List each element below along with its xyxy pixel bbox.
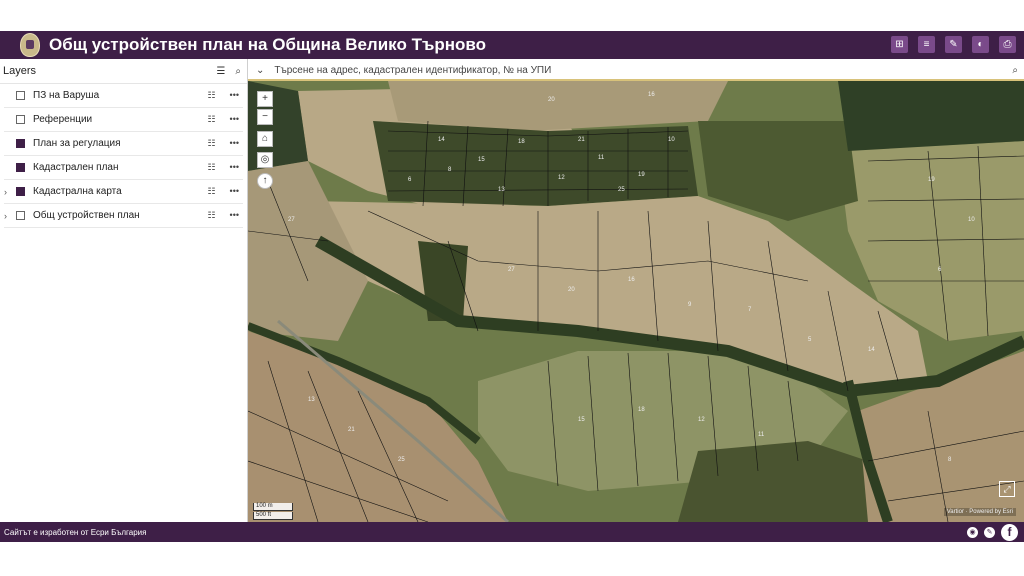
app-title: Общ устройствен план на Община Велико Тъ… — [49, 35, 486, 54]
parcel-number: 20 — [568, 287, 575, 293]
zoom-out-button[interactable]: − — [257, 109, 273, 125]
parcel-number: 25 — [398, 457, 405, 463]
layer-item[interactable]: ПЗ на Варуша ☷ ••• — [4, 84, 243, 108]
parcel-number: 19 — [928, 177, 935, 183]
layer-checkbox[interactable] — [16, 211, 25, 220]
parcel-number: 15 — [578, 417, 585, 423]
basemap-gallery-icon[interactable]: ⊞ — [891, 36, 908, 53]
app-header: Общ устройствен план на Община Велико Тъ… — [0, 31, 1024, 59]
parcel-number: 21 — [578, 137, 585, 143]
legend-icon[interactable]: ☷ — [207, 186, 215, 197]
search-icon[interactable]: ⌕ — [1012, 65, 1018, 76]
parcel-number: 27 — [288, 217, 295, 223]
layers-panel-header: Layers ☰ ⌕ — [0, 59, 247, 84]
parcel-number: 20 — [548, 97, 555, 103]
parcel-number: 13 — [308, 397, 315, 403]
search-input[interactable] — [272, 63, 1013, 77]
fullscreen-icon[interactable]: ⤢ — [999, 481, 1015, 497]
more-options-icon[interactable]: ••• — [230, 138, 239, 149]
layer-label: План за регулация — [33, 138, 121, 149]
satellite-imagery[interactable]: 1415181211191068132125272016975141518121… — [248, 81, 1024, 522]
parcel-number: 16 — [648, 92, 655, 98]
locate-icon[interactable]: ◎ — [257, 152, 273, 168]
layer-label: Референции — [33, 114, 93, 125]
layer-checkbox[interactable] — [16, 187, 25, 196]
layer-item[interactable]: › Кадастрална карта ☷ ••• — [4, 180, 243, 204]
layer-list-icon[interactable]: ≡ — [918, 36, 935, 53]
parcel-number: 13 — [498, 187, 505, 193]
parcel-number: 21 — [348, 427, 355, 433]
zoom-in-button[interactable]: + — [257, 91, 273, 107]
parcel-number: 19 — [638, 172, 645, 178]
link-icon[interactable]: ✎ — [984, 526, 995, 538]
parcel-number: 11 — [598, 155, 605, 161]
parcel-number: 18 — [638, 407, 645, 413]
layer-checkbox[interactable] — [16, 115, 25, 124]
layer-list: ПЗ на Варуша ☷ ••• Референции ☷ ••• План за ре… — [0, 84, 247, 228]
scale-bar-imperial: 500 ft — [253, 512, 293, 520]
more-options-icon[interactable]: ••• — [230, 114, 239, 125]
home-icon[interactable]: ⌂ — [257, 131, 273, 147]
parcel-number: 27 — [508, 267, 515, 273]
map-view[interactable]: 14 15 18 12 11 19 10 6 8 13 21 25 27 20 16 9 7 5 14 15 18 12 1… — [248, 81, 1024, 522]
search-icon[interactable]: ⌕ — [235, 66, 241, 77]
footer-credit: Сайтът е изработен от Есри България — [4, 527, 147, 537]
layer-item[interactable]: Референции ☷ ••• — [4, 108, 243, 132]
parcel-number: 15 — [478, 157, 485, 163]
footer: Сайтът е изработен от Есри България ◉ ✎ … — [0, 522, 1024, 542]
chevron-down-icon[interactable]: ⌄ — [256, 65, 264, 76]
layer-checkbox[interactable] — [16, 163, 25, 172]
layer-item[interactable]: Кадастрален план ☷ ••• — [4, 156, 243, 180]
search-bar: ⌄ ⌕ — [248, 61, 1024, 81]
parcel-number: 10 — [668, 137, 675, 143]
legend-icon[interactable]: ☷ — [207, 114, 215, 125]
layer-checkbox[interactable] — [16, 91, 25, 100]
filter-icon[interactable]: ☰ — [216, 66, 225, 77]
draw-icon[interactable]: ◐ — [972, 36, 989, 53]
coat-of-arms-icon — [20, 33, 40, 57]
layer-label: ПЗ на Варуша — [33, 90, 100, 101]
parcel-number: 16 — [628, 277, 635, 283]
legend-icon[interactable]: ☷ — [207, 210, 215, 221]
more-options-icon[interactable]: ••• — [230, 186, 239, 197]
compass-icon[interactable]: ↑ — [257, 173, 273, 189]
website-icon[interactable]: ◉ — [967, 526, 978, 538]
chevron-right-icon[interactable]: › — [4, 211, 16, 221]
parcel-number: 18 — [518, 139, 525, 145]
layers-panel: Layers ☰ ⌕ ПЗ на Варуша ☷ ••• Референции ☷ ••… — [0, 59, 248, 522]
parcel-number: 14 — [438, 137, 445, 143]
parcel-number: 11 — [758, 432, 765, 438]
layer-label: Кадастрален план — [33, 162, 119, 173]
legend-icon[interactable]: ☷ — [207, 90, 215, 101]
legend-icon[interactable]: ☷ — [207, 138, 215, 149]
measure-icon[interactable]: ✎ — [945, 36, 962, 53]
layer-item[interactable]: План за регулация ☷ ••• — [4, 132, 243, 156]
print-icon[interactable]: ⎙ — [999, 36, 1016, 53]
layer-checkbox[interactable] — [16, 139, 25, 148]
layers-panel-title: Layers — [3, 65, 37, 77]
parcel-number: 25 — [618, 187, 625, 193]
chevron-right-icon[interactable]: › — [4, 187, 16, 197]
map-attribution[interactable]: Vartior · Powered by Esri — [943, 508, 1016, 516]
header-tools: ⊞ ≡ ✎ ◐ ⎙ — [891, 36, 1016, 53]
more-options-icon[interactable]: ••• — [230, 162, 239, 173]
parcel-number: 14 — [868, 347, 875, 353]
more-options-icon[interactable]: ••• — [230, 90, 239, 101]
legend-icon[interactable]: ☷ — [207, 162, 215, 173]
facebook-icon[interactable]: f — [1001, 523, 1018, 541]
parcel-number: 10 — [968, 217, 975, 223]
parcel-number: 12 — [558, 175, 565, 181]
more-options-icon[interactable]: ••• — [230, 210, 239, 221]
parcel-number: 12 — [698, 417, 705, 423]
layer-label: Общ устройствен план — [33, 210, 140, 221]
scale-bar-metric: 100 m — [253, 503, 293, 511]
layer-label: Кадастрална карта — [33, 186, 122, 197]
layer-item[interactable]: › Общ устройствен план ☷ ••• — [4, 204, 243, 228]
